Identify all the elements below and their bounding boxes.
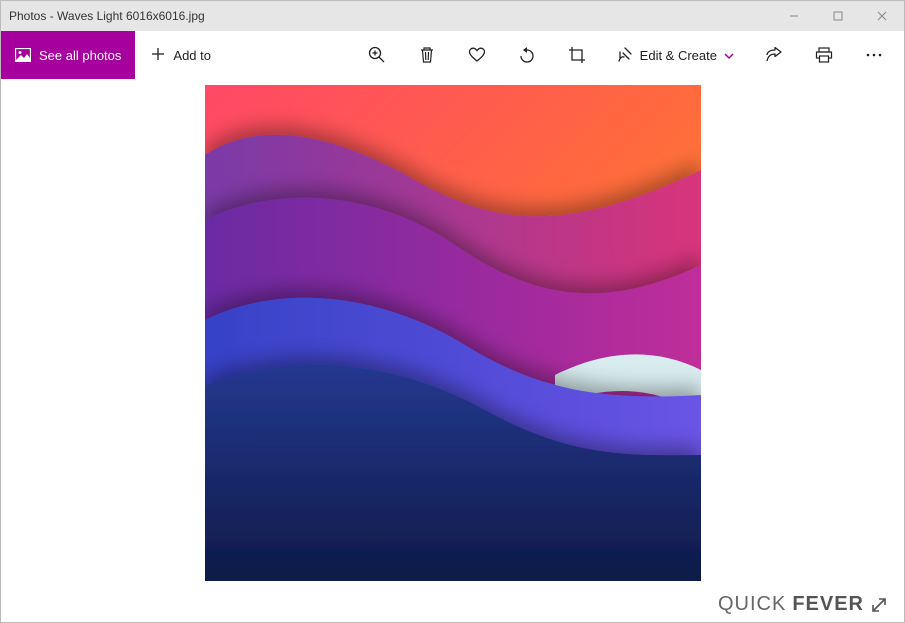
toolbar-actions: Edit & Create — [367, 45, 904, 65]
toolbar: See all photos Add to — [1, 31, 904, 79]
close-button[interactable] — [860, 1, 904, 31]
print-button[interactable] — [814, 45, 834, 65]
picture-icon — [15, 48, 31, 62]
image-viewport: QUICK FEVER — [1, 79, 904, 622]
trash-icon — [419, 46, 435, 64]
favorite-button[interactable] — [467, 45, 487, 65]
rotate-button[interactable] — [517, 45, 537, 65]
edit-icon — [617, 46, 633, 65]
plus-icon — [151, 47, 165, 64]
add-to-button[interactable]: Add to — [135, 47, 227, 64]
minimize-icon — [789, 11, 799, 21]
expand-icon — [870, 596, 888, 614]
see-all-photos-label: See all photos — [39, 48, 121, 63]
crop-icon — [568, 46, 586, 64]
zoom-icon — [368, 46, 386, 64]
watermark-text-1: QUICK — [718, 593, 786, 616]
edit-create-button[interactable]: Edit & Create — [617, 46, 734, 65]
see-all-photos-button[interactable]: See all photos — [1, 31, 135, 79]
more-icon — [866, 53, 882, 57]
watermark-text-2: FEVER — [792, 593, 864, 616]
delete-button[interactable] — [417, 45, 437, 65]
minimize-button[interactable] — [772, 1, 816, 31]
rotate-icon — [518, 46, 536, 64]
edit-create-label: Edit & Create — [640, 48, 717, 63]
zoom-button[interactable] — [367, 45, 387, 65]
heart-icon — [468, 47, 486, 63]
share-icon — [765, 47, 783, 63]
crop-button[interactable] — [567, 45, 587, 65]
maximize-button[interactable] — [816, 1, 860, 31]
add-to-label: Add to — [173, 48, 211, 63]
chevron-down-icon — [724, 48, 734, 63]
window-title: Photos - Waves Light 6016x6016.jpg — [9, 9, 205, 23]
titlebar: Photos - Waves Light 6016x6016.jpg — [1, 1, 904, 31]
close-icon — [877, 11, 887, 21]
share-button[interactable] — [764, 45, 784, 65]
maximize-icon — [833, 11, 843, 21]
print-icon — [815, 47, 833, 63]
watermark: QUICK FEVER — [718, 593, 888, 616]
displayed-image[interactable] — [205, 85, 701, 581]
photos-app-window: Photos - Waves Light 6016x6016.jpg See a… — [0, 0, 905, 623]
more-button[interactable] — [864, 45, 884, 65]
